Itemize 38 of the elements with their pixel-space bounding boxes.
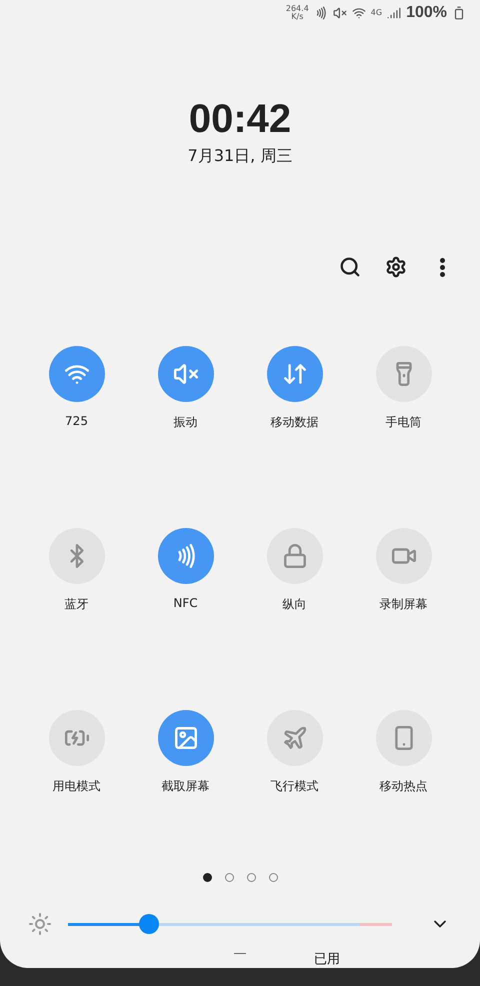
network-type: 4G: [370, 8, 382, 17]
search-button[interactable]: [338, 255, 362, 279]
toggle-label: 蓝牙: [64, 596, 88, 613]
lock-icon: [282, 543, 308, 569]
wifi-icon: [352, 6, 366, 20]
toggle-label: 截取屏幕: [162, 778, 210, 795]
muted-speaker-icon: [332, 6, 347, 20]
toggle-label: 移动数据: [270, 414, 318, 431]
storage-text: 已用: [313, 951, 341, 968]
muted-speaker-icon: [172, 361, 198, 387]
page-dot[interactable]: [268, 873, 278, 882]
toggle-label: 用电模式: [52, 778, 100, 795]
page-dot[interactable]: [246, 873, 256, 882]
toggle-label: 录制屏幕: [380, 596, 428, 613]
image-icon: [172, 725, 198, 751]
page-dot[interactable]: [224, 873, 234, 882]
network-speed: 264.4 K/s: [286, 4, 309, 20]
toggle-label: 移动热点: [380, 778, 428, 795]
settings-button[interactable]: [384, 255, 408, 279]
brightness-icon: [28, 912, 52, 936]
page-dot[interactable]: [202, 873, 212, 882]
battery-percent: 100%: [406, 4, 447, 22]
more-icon: [440, 258, 444, 276]
search-icon: [339, 256, 361, 278]
toggle-label: 振动: [174, 414, 198, 431]
toggle-label: 725: [65, 414, 88, 428]
airplane-icon: [282, 725, 308, 751]
clock-date: 7月31日, 周三: [186, 146, 294, 167]
toggle-label: 飞行模式: [270, 778, 318, 795]
arrows-icon: [282, 361, 308, 387]
toggle-label: NFC: [173, 596, 198, 610]
signal-icon: [387, 6, 402, 20]
clock-time: 00:42: [188, 97, 292, 142]
slider-thumb[interactable]: [139, 914, 159, 934]
settings-icon: [385, 256, 407, 278]
battery-icon: [452, 6, 466, 20]
toggle-label: 手电筒: [386, 414, 422, 431]
toggle-label: 纵向: [282, 596, 306, 613]
